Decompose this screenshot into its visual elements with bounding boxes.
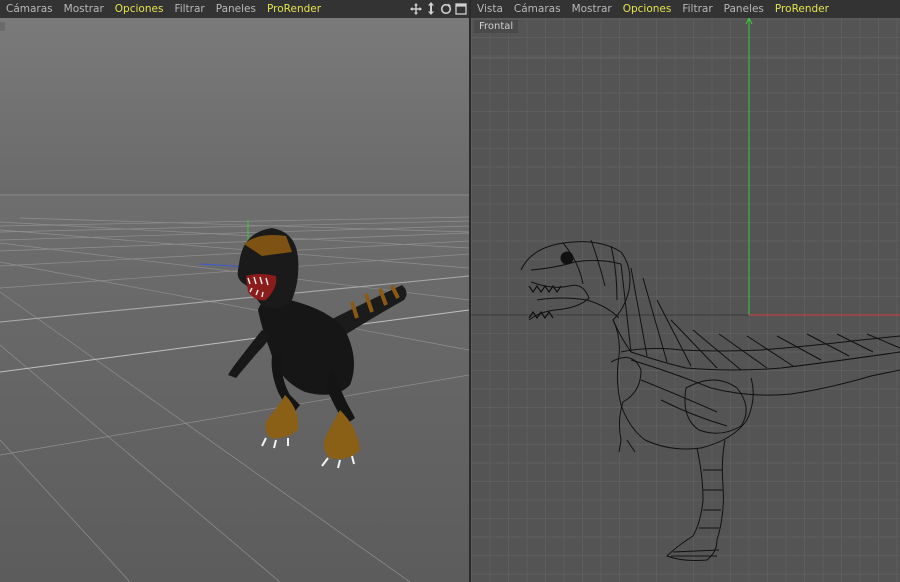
- menu-prorender[interactable]: ProRender: [775, 3, 829, 15]
- move-icon[interactable]: [409, 1, 422, 16]
- menu-vista[interactable]: Vista: [477, 3, 503, 15]
- menu-mostrar[interactable]: Mostrar: [572, 3, 612, 15]
- menu-camaras[interactable]: Cámaras: [6, 3, 53, 15]
- front-canvas[interactable]: [471, 18, 900, 582]
- viewport-corner-tag: [0, 22, 5, 31]
- front-viewport[interactable]: Vista Cámaras Mostrar Opciones Filtrar P…: [471, 0, 900, 582]
- menu-paneles[interactable]: Paneles: [216, 3, 256, 15]
- zoom-icon[interactable]: [424, 1, 437, 16]
- menu-prorender[interactable]: ProRender: [267, 3, 321, 15]
- view-name-label[interactable]: Frontal: [474, 20, 519, 33]
- menu-opciones[interactable]: Opciones: [115, 3, 164, 15]
- perspective-canvas[interactable]: [0, 18, 469, 582]
- menu-paneles[interactable]: Paneles: [724, 3, 764, 15]
- perspective-viewport-menubar: Cámaras Mostrar Opciones Filtrar Paneles…: [0, 0, 469, 18]
- front-scene: [471, 18, 900, 582]
- rotate-icon[interactable]: [439, 1, 452, 16]
- maximize-icon[interactable]: [454, 1, 467, 16]
- menu-camaras[interactable]: Cámaras: [514, 3, 561, 15]
- perspective-scene: [0, 18, 469, 582]
- menu-opciones[interactable]: Opciones: [623, 3, 672, 15]
- viewport-nav-icons: [409, 1, 467, 16]
- menu-mostrar[interactable]: Mostrar: [64, 3, 104, 15]
- menu-filtrar[interactable]: Filtrar: [682, 3, 712, 15]
- menu-filtrar[interactable]: Filtrar: [174, 3, 204, 15]
- front-viewport-menubar: Vista Cámaras Mostrar Opciones Filtrar P…: [471, 0, 900, 18]
- perspective-viewport[interactable]: Cámaras Mostrar Opciones Filtrar Paneles…: [0, 0, 469, 582]
